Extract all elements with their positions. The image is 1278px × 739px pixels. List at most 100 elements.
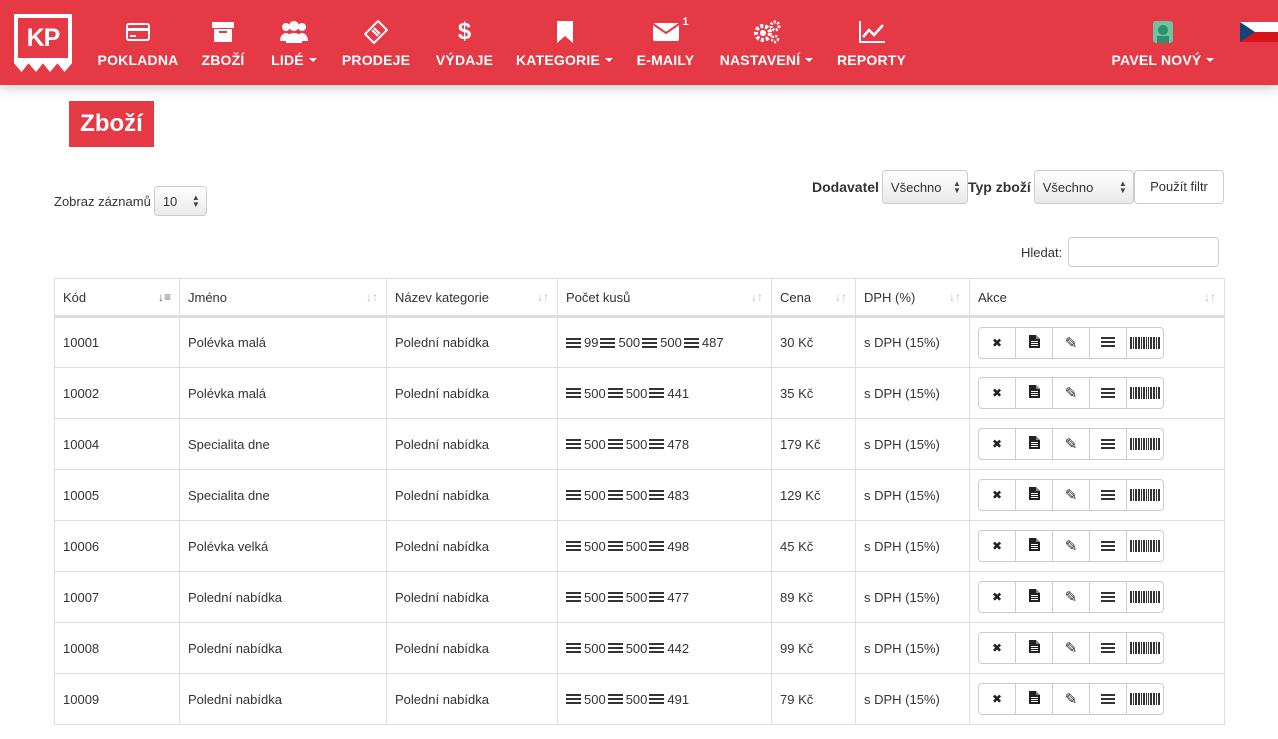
stock-button[interactable] <box>1089 581 1127 613</box>
nav-lide[interactable]: LIDÉ <box>271 0 317 85</box>
user-menu[interactable]: PAVEL NOVÝ <box>1112 0 1215 85</box>
edit-button[interactable]: ✎ <box>1052 377 1090 409</box>
detail-button[interactable] <box>1015 632 1053 664</box>
nav-kategorie[interactable]: KATEGORIE <box>516 0 613 85</box>
nav-label: PRODEJE <box>341 52 411 68</box>
table-header-row: Kód ↓≡ Jméno ↓↑ Název kategorie ↓↑ Počet ku… <box>54 278 1225 318</box>
stock-icon <box>566 337 581 348</box>
delete-button[interactable]: ✖ <box>978 530 1016 562</box>
cell-category: Polední nabídka <box>386 418 558 470</box>
czech-flag-icon[interactable] <box>1240 22 1278 42</box>
delete-button[interactable]: ✖ <box>978 632 1016 664</box>
nav-vydaje[interactable]: $ VÝDAJE <box>436 0 493 85</box>
cell-price: 30 Kč <box>771 316 856 368</box>
cell-vat: s DPH (15%) <box>855 673 970 725</box>
apply-filter-button[interactable]: Použít filtr <box>1134 170 1224 204</box>
barcode-button[interactable] <box>1126 377 1164 409</box>
detail-button[interactable] <box>1015 581 1053 613</box>
cell-code: 10001 <box>54 316 180 368</box>
delete-button[interactable]: ✖ <box>978 479 1016 511</box>
barcode-button[interactable] <box>1126 479 1164 511</box>
barcode-button[interactable] <box>1126 326 1164 359</box>
delete-button[interactable]: ✖ <box>978 377 1016 409</box>
cell-name: Polední nabídka <box>179 622 387 674</box>
stock-button[interactable] <box>1089 377 1127 409</box>
stock-icon <box>600 337 616 348</box>
stock-button[interactable] <box>1089 530 1127 562</box>
cell-code: 10005 <box>54 469 180 521</box>
cell-stock: 500 500 498 <box>557 520 772 572</box>
stock-value: 500 <box>584 487 606 503</box>
barcode-button[interactable] <box>1126 683 1164 715</box>
detail-button[interactable] <box>1015 530 1053 562</box>
stock-value: 500 <box>584 589 606 605</box>
page-length-control: Zobraz záznamů 10 ▲ ▼ <box>54 186 207 216</box>
edit-button[interactable]: ✎ <box>1052 428 1090 460</box>
cell-category: Polední nabídka <box>386 367 558 419</box>
detail-button[interactable] <box>1015 683 1053 715</box>
column-header-vat[interactable]: DPH (%) ↓↑ <box>855 278 970 318</box>
detail-button[interactable] <box>1015 428 1053 460</box>
delete-button[interactable]: ✖ <box>978 683 1016 715</box>
column-header-actions[interactable]: Akce ↓↑ <box>969 278 1225 318</box>
nav-reporty[interactable]: REPORTY <box>837 0 906 85</box>
barcode-button[interactable] <box>1126 530 1164 562</box>
column-header-price[interactable]: Cena ↓↑ <box>771 278 856 318</box>
delete-button[interactable]: ✖ <box>978 581 1016 613</box>
column-header-category[interactable]: Název kategorie ↓↑ <box>386 278 558 318</box>
delete-button[interactable]: ✖ <box>978 326 1016 359</box>
edit-button[interactable]: ✎ <box>1052 632 1090 664</box>
nav-nastaveni[interactable]: NASTAVENÍ <box>720 0 814 85</box>
barcode-button[interactable] <box>1126 632 1164 664</box>
stock-button[interactable] <box>1089 479 1127 511</box>
cell-actions: ✖ ✎ <box>969 418 1225 470</box>
nav-zbozi[interactable]: ZBOŽÍ <box>202 0 244 85</box>
edit-button[interactable]: ✎ <box>1052 530 1090 562</box>
delete-icon: ✖ <box>991 437 1003 451</box>
select-arrows-icon: ▲ ▼ <box>191 193 200 209</box>
column-header-name[interactable]: Jméno ↓↑ <box>179 278 387 318</box>
cell-name: Polévka malá <box>179 367 387 419</box>
barcode-button[interactable] <box>1126 428 1164 460</box>
detail-button[interactable] <box>1015 479 1053 511</box>
search-input[interactable] <box>1068 237 1220 267</box>
delete-button[interactable]: ✖ <box>978 428 1016 460</box>
barcode-button[interactable] <box>1126 581 1164 613</box>
edit-button[interactable]: ✎ <box>1052 683 1090 715</box>
stock-icon <box>566 439 581 449</box>
supplier-select[interactable]: Všechno ▲ ▼ <box>881 170 968 204</box>
stock-value: 500 <box>618 335 641 350</box>
cell-category: Polední nabídka <box>386 469 558 521</box>
bookmark-icon <box>556 20 573 44</box>
document-icon <box>1028 691 1040 707</box>
edit-button[interactable]: ✎ <box>1052 581 1090 613</box>
edit-button[interactable]: ✎ <box>1052 479 1090 511</box>
stock-button[interactable] <box>1089 683 1127 715</box>
stock-button[interactable] <box>1089 326 1127 359</box>
detail-button[interactable] <box>1015 326 1053 359</box>
stock-value: 500 <box>584 436 606 452</box>
gears-icon <box>753 20 781 44</box>
column-header-stock[interactable]: Počet kusů ↓↑ <box>557 278 772 318</box>
column-header-code[interactable]: Kód ↓≡ <box>54 278 180 318</box>
nav-emaily[interactable]: 1 E-MAILY <box>637 0 694 85</box>
kp-logo[interactable]: KP <box>14 14 72 72</box>
detail-button[interactable] <box>1015 377 1053 409</box>
nav-prodeje[interactable]: PRODEJE <box>341 0 411 85</box>
type-select[interactable]: Všechno ▲ ▼ <box>1033 170 1134 204</box>
table-body: 10001 Polévka malá Polední nabídka 99 500 500… <box>54 316 1225 725</box>
barcode-icon <box>1130 540 1160 552</box>
stock-button[interactable] <box>1089 632 1127 664</box>
stock-icon <box>649 643 665 653</box>
logo-text: KP <box>18 18 68 58</box>
stock-button[interactable] <box>1089 428 1127 460</box>
stock-value: 491 <box>667 691 690 707</box>
nav-pokladna[interactable]: POKLADNA <box>98 0 178 85</box>
sort-icon: ↓↑ <box>1204 290 1216 304</box>
edit-button[interactable]: ✎ <box>1052 326 1090 359</box>
nav-label: NASTAVENÍ <box>720 52 814 68</box>
stock-value: 500 <box>625 538 648 554</box>
page-length-select[interactable]: 10 ▲ ▼ <box>153 186 207 216</box>
stock-icon <box>649 541 665 551</box>
edit-pencil-icon: ✎ <box>1064 385 1078 402</box>
